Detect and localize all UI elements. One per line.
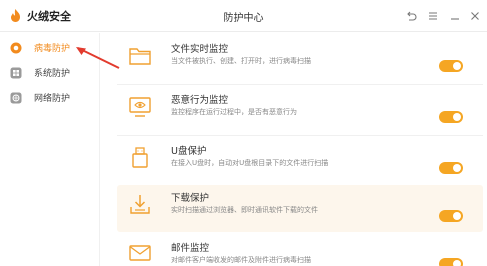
protection-title: 文件实时监控 [171, 44, 229, 55]
mail-monitor-toggle[interactable] [439, 258, 463, 266]
toggle-knob [453, 260, 461, 266]
protection-row-file-monitor: 文件实时监控 当文件被执行、创建、打开时，进行病毒扫描 [117, 37, 483, 81]
menu-icon[interactable] [426, 9, 440, 23]
mail-icon [129, 245, 151, 261]
behavior-monitor-toggle[interactable] [439, 111, 463, 123]
undo-icon[interactable] [404, 9, 418, 23]
protection-list: 文件实时监控 当文件被执行、创建、打开时，进行病毒扫描 恶意行为监控 监控程序在… [101, 33, 487, 266]
protection-title: 恶意行为监控 [171, 95, 229, 106]
sidebar-item-network-protection[interactable]: 网络防护 [10, 91, 98, 105]
toggle-knob [453, 62, 461, 70]
download-icon [130, 195, 150, 214]
sidebar-item-label: 病毒防护 [34, 44, 71, 54]
protection-title: 邮件监控 [171, 243, 210, 254]
toggle-knob [453, 164, 461, 172]
protection-description: 在接入U盘时，自动对U盘根目录下的文件进行扫描 [171, 159, 329, 167]
toggle-knob [453, 212, 461, 220]
usb-drive-icon [132, 147, 148, 168]
file-monitor-toggle[interactable] [439, 60, 463, 72]
protection-description: 对邮件客户端收发的邮件及附件进行病毒扫描 [171, 256, 311, 264]
divider [117, 84, 483, 85]
minimize-icon[interactable] [448, 9, 462, 23]
folder-icon [129, 48, 151, 65]
close-icon[interactable] [468, 9, 482, 23]
toggle-knob [453, 113, 461, 121]
download-protection-toggle[interactable] [439, 210, 463, 222]
protection-description: 实时扫描通过浏览器、即时通讯软件下载的文件 [171, 206, 318, 214]
divider [117, 135, 483, 136]
protection-description: 监控程序在运行过程中，是否有恶意行为 [171, 108, 297, 116]
protection-title: U盘保护 [171, 146, 207, 157]
protection-row-download-protection: 下载保护 实时扫描通过浏览器、即时通讯软件下载的文件 [117, 185, 483, 232]
protection-row-mail-monitor: 邮件监控 对邮件客户端收发的邮件及附件进行病毒扫描 [117, 236, 483, 266]
monitor-eye-icon [129, 97, 151, 117]
sidebar-item-label: 网络防护 [34, 94, 71, 104]
virus-shield-icon [10, 42, 22, 54]
protection-row-usb-protection: U盘保护 在接入U盘时，自动对U盘根目录下的文件进行扫描 [117, 139, 483, 183]
network-icon [10, 92, 22, 104]
usb-protection-toggle[interactable] [439, 162, 463, 174]
windows-icon [10, 67, 22, 79]
protection-title: 下载保护 [171, 193, 210, 204]
protection-row-behavior-monitor: 恶意行为监控 监控程序在运行过程中，是否有恶意行为 [117, 88, 483, 132]
protection-description: 当文件被执行、创建、打开时，进行病毒扫描 [171, 57, 311, 65]
title-bar: 火绒安全 防护中心 [0, 0, 487, 32]
sidebar-item-label: 系统防护 [34, 69, 71, 79]
